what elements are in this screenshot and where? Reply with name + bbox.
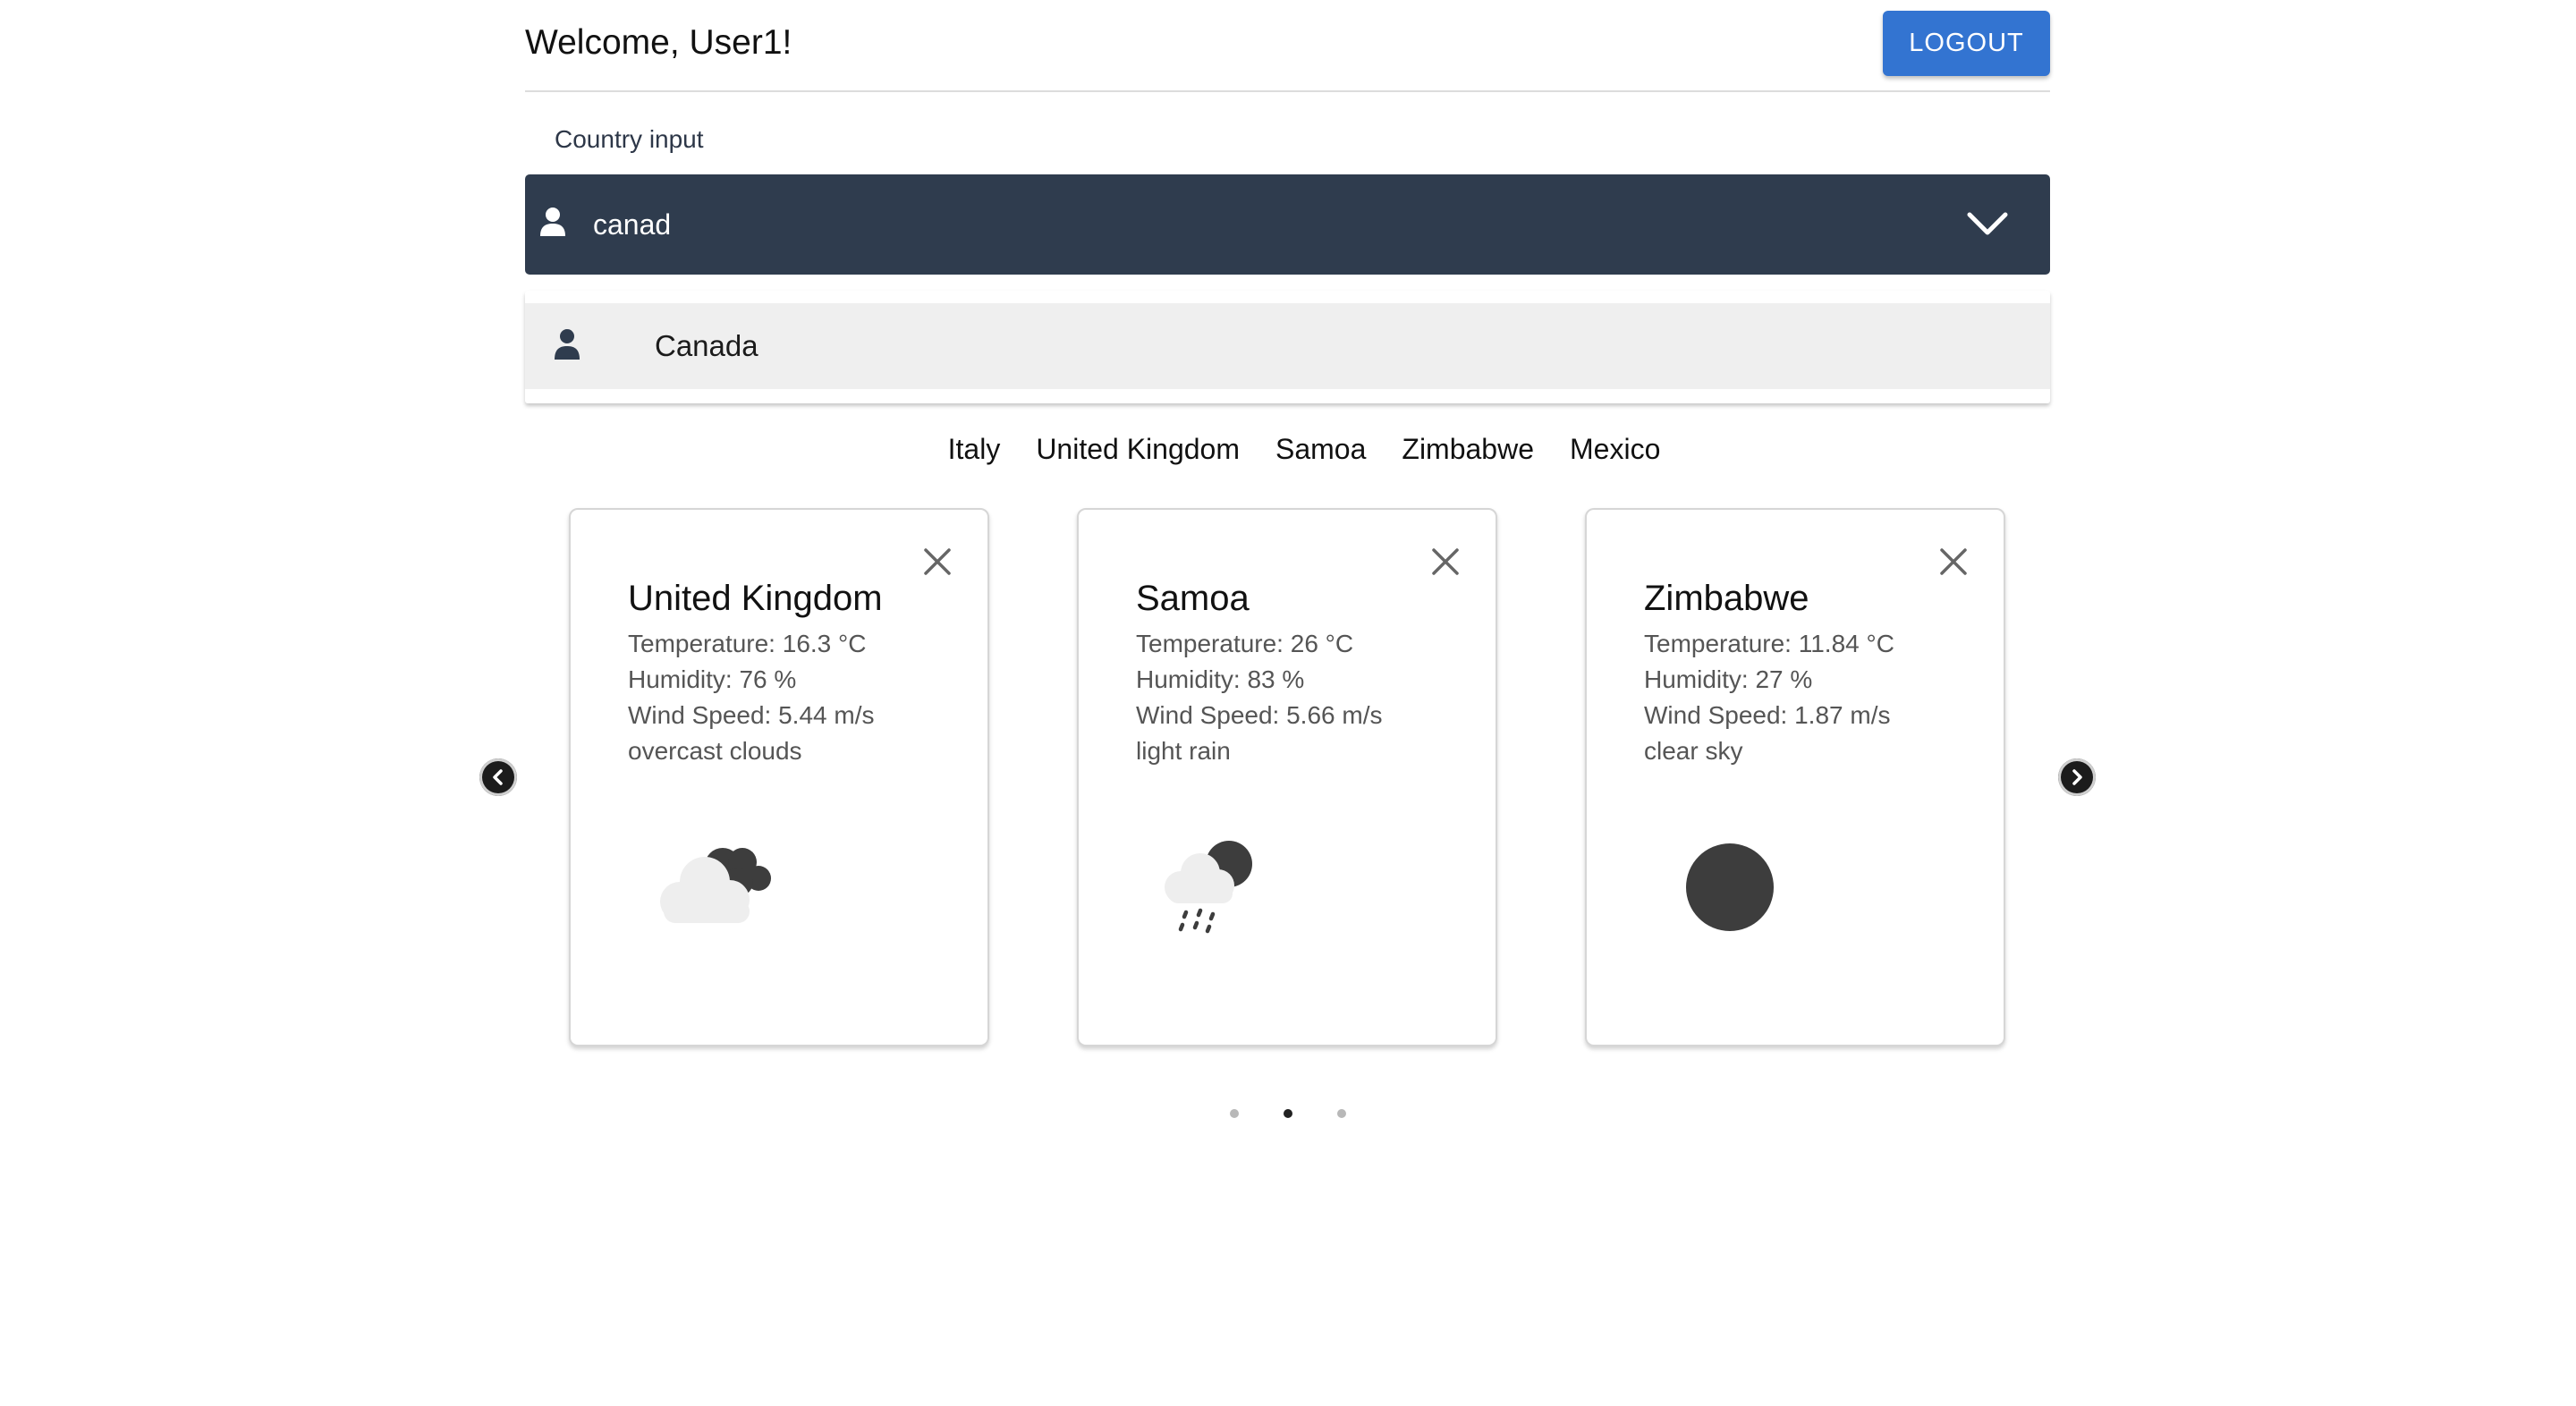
tab-zimbabwe[interactable]: Zimbabwe bbox=[1402, 428, 1534, 470]
chevron-left-icon bbox=[493, 769, 503, 785]
weather-card: United Kingdom Temperature: 16.3 °C Humi… bbox=[569, 508, 989, 1046]
tab-italy[interactable]: Italy bbox=[948, 428, 1001, 470]
close-icon[interactable] bbox=[1937, 546, 1970, 578]
card-wind-speed: Wind Speed: 5.44 m/s bbox=[628, 701, 875, 729]
country-search-input[interactable] bbox=[593, 174, 1845, 275]
app-window: Welcome, User1! LOGOUT Country input can… bbox=[0, 0, 2576, 1406]
country-input-field[interactable] bbox=[525, 174, 2050, 275]
card-description: overcast clouds bbox=[628, 737, 802, 765]
person-icon bbox=[554, 328, 580, 365]
close-icon[interactable] bbox=[1429, 546, 1462, 578]
card-wind-speed: Wind Speed: 5.66 m/s bbox=[1136, 701, 1383, 729]
carousel-pagination bbox=[0, 1109, 2576, 1118]
country-dropdown: Canada bbox=[525, 291, 2050, 403]
card-country-name: Samoa bbox=[1136, 579, 1250, 618]
carousel-dot[interactable] bbox=[1230, 1109, 1239, 1118]
header: Welcome, User1! LOGOUT bbox=[525, 0, 2050, 92]
carousel-dot-active[interactable] bbox=[1284, 1109, 1292, 1118]
country-tabs: Italy United Kingdom Samoa Zimbabwe Mexi… bbox=[0, 428, 2576, 470]
tab-united-kingdom[interactable]: United Kingdom bbox=[1036, 428, 1240, 470]
tab-mexico[interactable]: Mexico bbox=[1570, 428, 1660, 470]
dropdown-option-label: Canada bbox=[655, 329, 758, 362]
carousel-dot[interactable] bbox=[1337, 1109, 1346, 1118]
card-temperature: Temperature: 16.3 °C bbox=[628, 630, 867, 657]
country-input-label: Country input bbox=[555, 125, 704, 153]
card-wind-speed: Wind Speed: 1.87 m/s bbox=[1644, 701, 1891, 729]
card-humidity: Humidity: 76 % bbox=[628, 665, 797, 693]
card-humidity: Humidity: 83 % bbox=[1136, 665, 1305, 693]
carousel-prev-button[interactable] bbox=[479, 758, 517, 796]
overcast-clouds-icon bbox=[653, 832, 787, 935]
close-icon[interactable] bbox=[921, 546, 953, 578]
carousel-next-button[interactable] bbox=[2058, 758, 2096, 796]
weather-card: Samoa Temperature: 26 °C Humidity: 83 % … bbox=[1077, 508, 1497, 1046]
card-description: clear sky bbox=[1644, 737, 1743, 765]
dropdown-option-canada[interactable]: Canada bbox=[525, 303, 2050, 389]
light-rain-icon bbox=[1161, 832, 1277, 944]
person-icon bbox=[539, 207, 566, 241]
card-humidity: Humidity: 27 % bbox=[1644, 665, 1813, 693]
card-temperature: Temperature: 26 °C bbox=[1136, 630, 1354, 657]
tab-samoa[interactable]: Samoa bbox=[1275, 428, 1366, 470]
chevron-down-icon[interactable] bbox=[1966, 208, 2009, 242]
card-country-name: United Kingdom bbox=[628, 579, 883, 618]
clear-sky-icon bbox=[1669, 832, 1785, 944]
chevron-right-icon bbox=[2072, 769, 2082, 785]
card-country-name: Zimbabwe bbox=[1644, 579, 1809, 618]
card-description: light rain bbox=[1136, 737, 1231, 765]
weather-card: Zimbabwe Temperature: 11.84 °C Humidity:… bbox=[1585, 508, 2005, 1046]
welcome-message: Welcome, User1! bbox=[525, 23, 792, 62]
card-temperature: Temperature: 11.84 °C bbox=[1644, 630, 1894, 657]
logout-button[interactable]: LOGOUT bbox=[1883, 11, 2050, 76]
